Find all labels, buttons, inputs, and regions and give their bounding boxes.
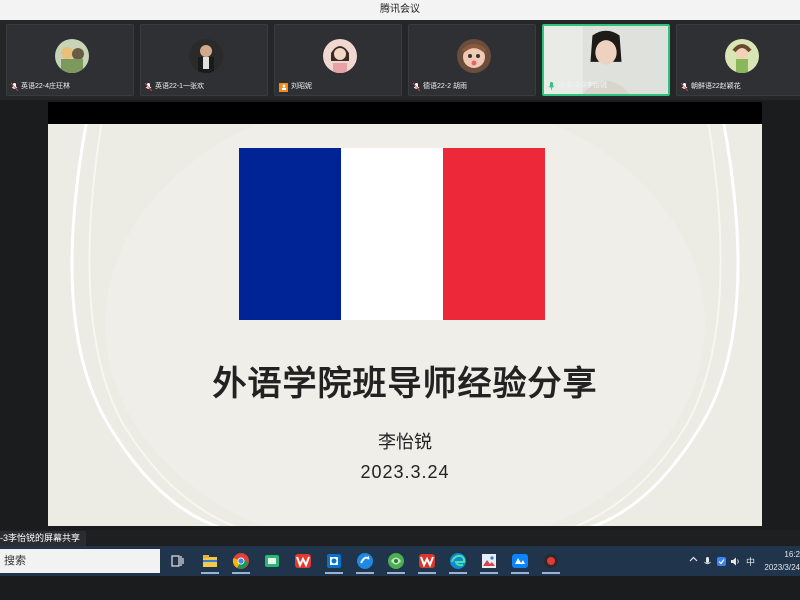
taskbar-search-box[interactable]: 搜索 <box>0 549 160 573</box>
participant-name: 朝鲜语22赵颖花 <box>691 83 741 90</box>
participant-name: 刘昭妮 <box>291 83 312 90</box>
user-badge-icon <box>279 82 288 92</box>
taskbar-clock[interactable]: 16:2 2023/3/24 <box>756 548 800 574</box>
microphone-tray-icon[interactable] <box>702 553 713 569</box>
participant-name: 英语22-4庄玨林 <box>21 83 71 90</box>
system-tray <box>688 553 699 569</box>
picture-app-icon[interactable] <box>479 551 499 574</box>
slide-date: 2023.3.24 <box>360 462 450 482</box>
speaker-icon[interactable] <box>730 553 741 569</box>
participant-tile[interactable]: 刘昭妮 <box>274 24 402 96</box>
mic-muted-icon <box>145 83 152 91</box>
participant-name: 德语22-2 胡雨 <box>423 83 467 90</box>
participant-tile-active-speaker[interactable]: 法语22-3李怡锐 <box>542 24 670 96</box>
mic-muted-icon <box>413 83 420 91</box>
security-tray-icon[interactable] <box>716 553 727 569</box>
green-app-icon[interactable] <box>262 551 282 571</box>
task-view-icon[interactable] <box>168 551 188 571</box>
mic-speaking-icon <box>548 82 555 90</box>
file-explorer-icon[interactable] <box>200 551 220 574</box>
flag-stripe-blue <box>239 148 341 320</box>
slide-title: 外语学院班导师经验分享 <box>212 365 598 403</box>
avatar <box>323 39 357 73</box>
chrome-icon[interactable] <box>231 551 251 574</box>
wps-office-icon[interactable] <box>417 551 437 574</box>
flag-stripe-white <box>341 148 443 320</box>
slide-author: 李怡锐 <box>378 432 432 452</box>
windows-taskbar: 搜索 中 16:2 2023/3/24 <box>0 546 800 576</box>
participant-tile[interactable]: 德语22-2 胡雨 <box>408 24 536 96</box>
flag-stripe-red <box>443 148 545 320</box>
bottom-margin <box>0 576 800 600</box>
avatar <box>457 39 491 73</box>
avatar <box>55 39 89 73</box>
mic-muted-icon <box>11 83 18 91</box>
clock-date: 2023/3/24 <box>764 563 800 572</box>
record-icon[interactable] <box>541 551 561 574</box>
search-label: 搜索 <box>4 555 26 567</box>
outlook-icon[interactable] <box>324 551 344 574</box>
participant-tile[interactable]: 英语22-4庄玨林 <box>6 24 134 96</box>
wps-icon[interactable] <box>293 551 313 571</box>
shared-screen: 外语学院班导师经验分享 李怡锐 2023.3.24 <box>48 102 762 526</box>
clock-time: 16:2 <box>784 550 800 559</box>
sync-icon[interactable] <box>355 551 375 574</box>
presentation-slide: 外语学院班导师经验分享 李怡锐 2023.3.24 <box>48 124 762 526</box>
avatar <box>189 39 223 73</box>
window-title: 腾讯会议 <box>380 4 420 15</box>
participant-name: 英语22-1一张欢 <box>155 83 205 90</box>
shared-screen-area: 外语学院班导师经验分享 李怡锐 2023.3.24 <box>0 100 800 530</box>
mic-muted-icon <box>681 83 688 91</box>
browser-icon[interactable] <box>386 551 406 574</box>
french-flag <box>239 148 545 320</box>
window-title-bar: 腾讯会议 <box>0 0 800 20</box>
edge-icon[interactable] <box>448 551 468 574</box>
participant-tile[interactable]: 英语22-1一张欢 <box>140 24 268 96</box>
screen-share-label: -3李怡锐的屏幕共享 <box>0 531 87 546</box>
participant-tile[interactable]: 朝鲜语22赵颖花 <box>676 24 800 96</box>
input-method-indicator[interactable]: 中 <box>746 553 755 569</box>
participant-strip: 英语22-4庄玨林 英语22-1一张欢 刘昭妮 德语22-2 胡雨 法语22-3… <box>0 20 800 100</box>
tencent-meeting-icon[interactable] <box>510 551 530 574</box>
participant-name: 法语22-3李怡锐 <box>558 82 608 89</box>
avatar <box>725 39 759 73</box>
show-hidden-icons-icon[interactable] <box>688 552 699 570</box>
